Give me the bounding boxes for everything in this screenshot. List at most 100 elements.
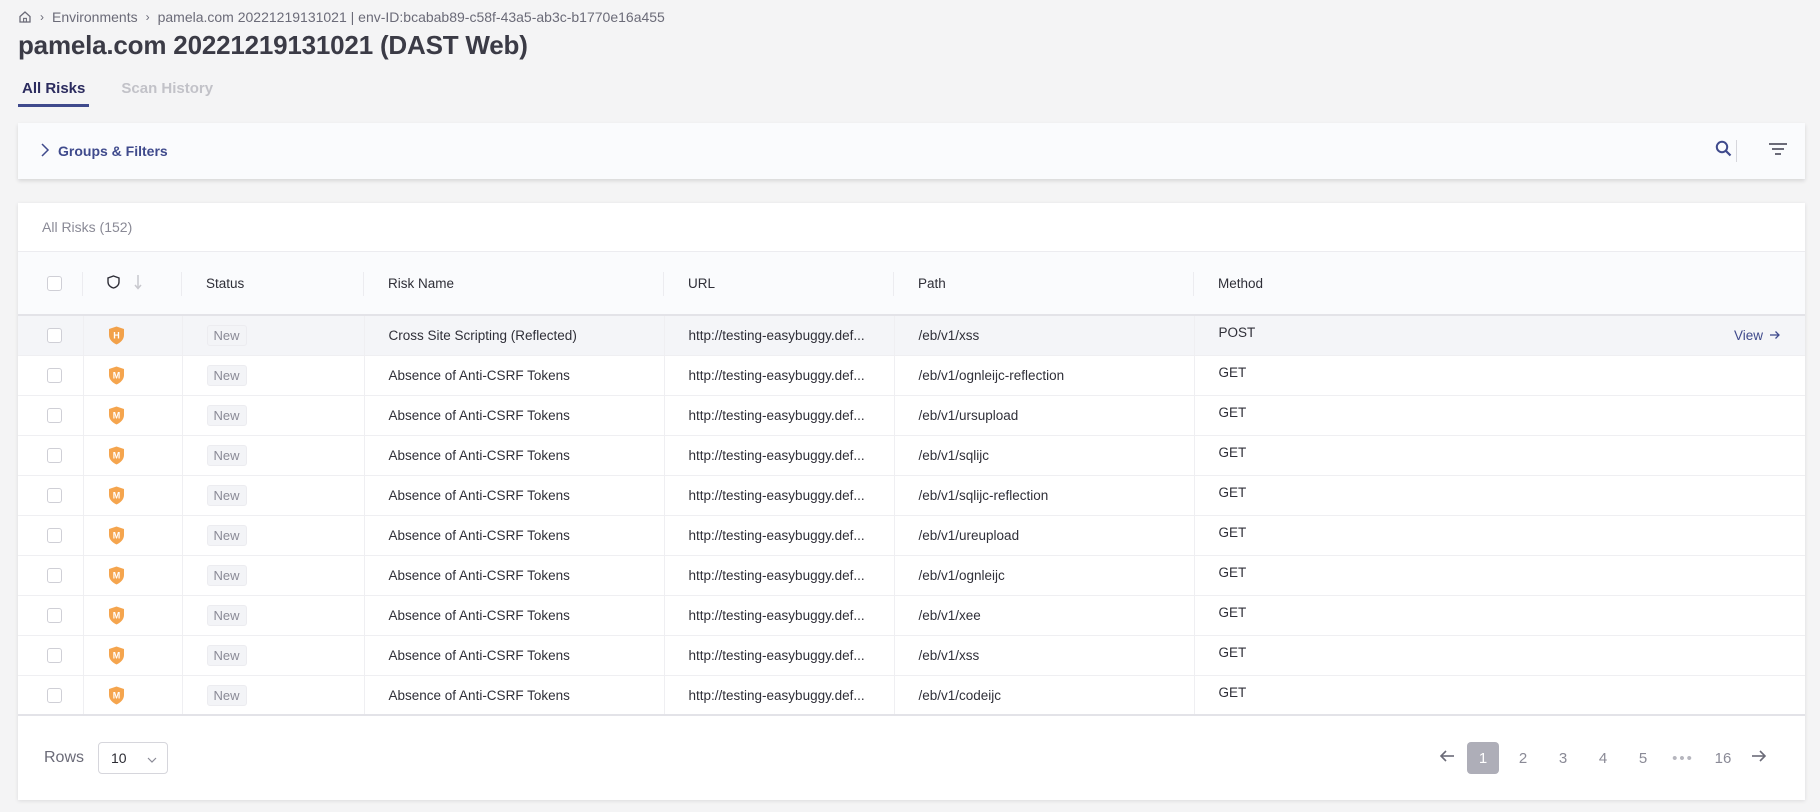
column-header-actions (1494, 252, 1805, 315)
status-cell: New (182, 475, 365, 515)
select-all-cell (18, 252, 83, 315)
page-button[interactable]: 5 (1627, 742, 1659, 774)
url-cell: http://testing-easybuggy.def... (664, 635, 895, 675)
row-checkbox[interactable] (47, 367, 62, 383)
method-cell: GET (1194, 475, 1494, 515)
tab-all-risks[interactable]: All Risks (18, 80, 90, 107)
page-button[interactable]: 3 (1547, 742, 1579, 774)
table-row[interactable]: M New Absence of Anti-CSRF Tokens http://te… (18, 475, 1805, 515)
column-header-status[interactable]: Status (182, 252, 364, 315)
row-checkbox[interactable] (47, 687, 62, 703)
filter-button[interactable] (1767, 140, 1789, 162)
severity-header[interactable] (83, 252, 182, 315)
svg-text:H: H (113, 330, 120, 340)
severity-medium-icon: M (108, 406, 125, 425)
action-cell (1494, 435, 1805, 475)
groups-filters-label: Groups & Filters (58, 143, 168, 159)
method-cell: GET (1194, 435, 1494, 475)
table-row[interactable]: M New Absence of Anti-CSRF Tokens http://te… (18, 675, 1805, 715)
status-cell: New (182, 555, 365, 595)
severity-cell: M (83, 475, 183, 515)
url-cell: http://testing-easybuggy.def... (664, 675, 895, 715)
table-row[interactable]: M New Absence of Anti-CSRF Tokens http://te… (18, 355, 1805, 395)
table-row[interactable]: H New Cross Site Scripting (Reflected) http… (18, 315, 1805, 355)
status-cell: New (182, 395, 365, 435)
severity-cell: M (83, 635, 183, 675)
row-checkbox[interactable] (47, 607, 62, 623)
column-header-method[interactable]: Method (1194, 252, 1494, 315)
pagination: 1 2 3 4 5 ••• 16 (1431, 742, 1775, 774)
page-button[interactable]: 2 (1507, 742, 1539, 774)
path-cell: /eb/v1/ognleijc (894, 555, 1195, 595)
view-link[interactable]: View (1734, 328, 1781, 343)
table-row[interactable]: M New Absence of Anti-CSRF Tokens http://te… (18, 395, 1805, 435)
row-checkbox[interactable] (47, 487, 62, 503)
table-row[interactable]: M New Absence of Anti-CSRF Tokens http://te… (18, 515, 1805, 555)
row-checkbox[interactable] (47, 328, 62, 344)
row-checkbox-cell (18, 595, 84, 635)
severity-medium-icon: M (108, 646, 125, 665)
column-header-risk-name[interactable]: Risk Name (364, 252, 664, 315)
severity-medium-icon: M (108, 446, 125, 465)
row-checkbox-cell (18, 475, 84, 515)
path-cell: /eb/v1/codeijc (894, 675, 1195, 715)
page-button[interactable]: 4 (1587, 742, 1619, 774)
row-checkbox[interactable] (47, 647, 62, 663)
select-all-checkbox[interactable] (47, 275, 62, 291)
next-page-button[interactable] (1743, 742, 1775, 774)
prev-page-button[interactable] (1431, 742, 1463, 774)
path-cell: /eb/v1/ureupload (894, 515, 1195, 555)
status-cell: New (182, 595, 365, 635)
method-value: GET (1218, 364, 1247, 380)
table-row[interactable]: M New Absence of Anti-CSRF Tokens http://te… (18, 635, 1805, 675)
row-checkbox[interactable] (47, 567, 62, 583)
method-value: GET (1218, 644, 1247, 660)
search-button[interactable] (1712, 140, 1734, 162)
tab-scan-history[interactable]: Scan History (117, 80, 217, 107)
row-checkbox[interactable] (47, 527, 62, 543)
rows-per-page-select[interactable]: 10 (98, 742, 169, 774)
action-cell (1494, 475, 1805, 515)
action-cell (1494, 595, 1805, 635)
action-cell (1494, 675, 1805, 715)
row-checkbox-cell (18, 515, 84, 555)
chevron-right-icon: › (40, 10, 44, 24)
breadcrumb-environment: pamela.com 20221219131021 | env-ID:bcaba… (157, 9, 665, 25)
table-row[interactable]: M New Absence of Anti-CSRF Tokens http://te… (18, 435, 1805, 475)
status-badge: New (206, 324, 247, 346)
home-icon[interactable] (18, 10, 32, 24)
row-checkbox[interactable] (47, 407, 62, 423)
tab-bar: All Risks Scan History (18, 80, 217, 108)
svg-text:M: M (112, 690, 120, 700)
svg-text:M: M (112, 370, 120, 380)
method-value: GET (1218, 484, 1247, 500)
pagination-ellipsis: ••• (1672, 749, 1694, 767)
risk-name-cell: Absence of Anti-CSRF Tokens (364, 435, 665, 475)
row-checkbox-cell (18, 635, 84, 675)
url-cell: http://testing-easybuggy.def... (664, 355, 895, 395)
severity-medium-icon: M (108, 566, 125, 585)
method-value: POST (1218, 324, 1256, 340)
page-button[interactable]: 1 (1467, 742, 1499, 774)
breadcrumb-environments[interactable]: Environments (52, 9, 138, 25)
row-checkbox-cell (18, 315, 84, 355)
status-cell: New (182, 675, 365, 715)
status-cell: New (182, 515, 365, 555)
column-header-url[interactable]: URL (664, 252, 894, 315)
column-header-path[interactable]: Path (894, 252, 1194, 315)
groups-filters-toggle[interactable]: Groups & Filters (40, 142, 168, 160)
status-badge: New (206, 404, 247, 426)
rows-per-page-value: 10 (111, 750, 127, 766)
status-cell: New (182, 355, 365, 395)
severity-cell: M (83, 355, 183, 395)
path-cell: /eb/v1/ursupload (894, 395, 1195, 435)
url-cell: http://testing-easybuggy.def... (664, 435, 895, 475)
search-icon (1715, 140, 1732, 162)
table-row[interactable]: M New Absence of Anti-CSRF Tokens http://te… (18, 595, 1805, 635)
path-cell: /eb/v1/sqlijc (894, 435, 1195, 475)
method-cell: GET (1194, 675, 1494, 715)
table-row[interactable]: M New Absence of Anti-CSRF Tokens http://te… (18, 555, 1805, 595)
arrow-down-icon[interactable] (134, 274, 142, 293)
page-button[interactable]: 16 (1707, 742, 1739, 774)
row-checkbox[interactable] (47, 447, 62, 463)
